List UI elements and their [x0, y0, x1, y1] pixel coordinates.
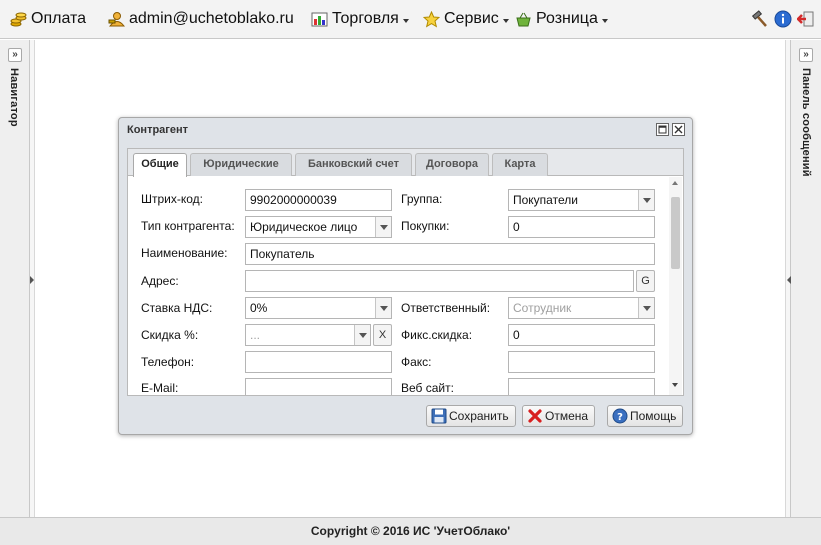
- email-label: E-Mail:: [141, 381, 179, 395]
- help-button[interactable]: ? Помощь: [607, 405, 684, 427]
- scroll-up-icon[interactable]: [672, 181, 678, 185]
- tab-general[interactable]: Общие: [133, 153, 187, 177]
- navigator-label: Навигатор: [8, 68, 20, 127]
- chevron-down-icon: [502, 19, 509, 23]
- website-input[interactable]: [508, 378, 655, 395]
- footer-copyright: Copyright © 2016 ИС 'УчетОблако': [0, 517, 821, 545]
- chevron-down-icon[interactable]: [638, 190, 654, 210]
- help-label: Помощь: [630, 409, 677, 423]
- chevron-down-icon[interactable]: [638, 298, 654, 318]
- red-x-icon: [527, 408, 543, 424]
- chevron-down-icon[interactable]: [354, 325, 370, 345]
- menu-trade-label: Торговля: [332, 10, 399, 27]
- help-question-icon: ?: [612, 408, 628, 424]
- arrow-right-icon[interactable]: [30, 276, 34, 284]
- name-input[interactable]: Покупатель: [245, 243, 655, 265]
- coins-icon: [10, 11, 27, 28]
- save-button[interactable]: Сохранить: [426, 405, 516, 427]
- dialog-title: Контрагент: [127, 124, 189, 136]
- phone-label: Телефон:: [141, 355, 195, 369]
- menu-trade[interactable]: Торговля: [311, 9, 409, 29]
- clipped-row: E-Mail: Веб сайт:: [128, 375, 668, 395]
- fax-input[interactable]: [508, 351, 655, 373]
- info-icon[interactable]: [774, 10, 792, 28]
- responsible-label: Ответственный:: [401, 301, 491, 315]
- responsible-select[interactable]: Сотрудник: [508, 297, 655, 319]
- messages-panel: » Панель сообщений: [790, 40, 821, 517]
- expand-navigator-button[interactable]: »: [8, 48, 22, 62]
- tab-bank-account[interactable]: Банковский счет: [295, 153, 412, 176]
- menu-service[interactable]: Сервис: [422, 9, 509, 29]
- menu-payment-label: Оплата: [31, 10, 87, 27]
- fixed-discount-input[interactable]: 0: [508, 324, 655, 346]
- group-value: Покупатели: [513, 193, 578, 207]
- menu-user-account[interactable]: admin@uchetoblako.ru: [108, 9, 294, 29]
- svg-text:?: ?: [617, 412, 623, 423]
- group-select[interactable]: Покупатели: [508, 189, 655, 211]
- tab-legal[interactable]: Юридические: [190, 153, 292, 176]
- discount-label: Скидка %:: [141, 328, 199, 342]
- logout-icon[interactable]: [796, 10, 815, 28]
- menu-service-label: Сервис: [444, 10, 499, 27]
- discount-select[interactable]: ...: [245, 324, 371, 346]
- save-label: Сохранить: [449, 409, 509, 423]
- barcode-label: Штрих-код:: [141, 192, 203, 206]
- discount-clear-button[interactable]: X: [373, 324, 392, 346]
- contractor-type-value: Юридическое лицо: [250, 220, 358, 234]
- navigator-panel: » Навигатор: [0, 40, 30, 517]
- responsible-value: Сотрудник: [513, 301, 572, 315]
- menu-user-label: admin@uchetoblako.ru: [129, 10, 294, 27]
- phone-input[interactable]: [245, 351, 392, 373]
- cancel-button[interactable]: Отмена: [522, 405, 596, 427]
- group-label: Группа:: [401, 192, 443, 206]
- vat-rate-value: 0%: [250, 301, 268, 315]
- address-label: Адрес:: [141, 274, 179, 288]
- website-label: Веб сайт:: [401, 381, 454, 395]
- purchases-input[interactable]: 0: [508, 216, 655, 238]
- name-label: Наименование:: [141, 246, 228, 260]
- tools-hammer-icon[interactable]: [751, 10, 769, 28]
- close-icon[interactable]: [672, 123, 685, 136]
- discount-value: ...: [250, 328, 261, 342]
- contractor-dialog: Контрагент Общие Юридические Банковский …: [118, 117, 693, 435]
- barcode-input[interactable]: 9902000000039: [245, 189, 392, 211]
- chevron-down-icon[interactable]: [375, 298, 391, 318]
- star-icon: [422, 10, 441, 28]
- dialog-body: Общие Юридические Банковский счет Догово…: [127, 148, 684, 396]
- basket-icon: [515, 11, 532, 28]
- contractor-type-select[interactable]: Юридическое лицо: [245, 216, 392, 238]
- chevron-down-icon: [402, 19, 409, 23]
- address-geo-button[interactable]: G: [636, 270, 655, 292]
- chevron-down-icon[interactable]: [375, 217, 391, 237]
- address-input[interactable]: [245, 270, 634, 292]
- fixed-discount-label: Фикс.скидка:: [401, 328, 473, 342]
- scroll-down-icon[interactable]: [672, 383, 678, 387]
- top-menu-bar: Оплата admin@uchetoblako.ru Торговля Сер…: [0, 0, 821, 39]
- tab-card[interactable]: Карта: [492, 153, 548, 176]
- vat-rate-label: Ставка НДС:: [141, 301, 213, 315]
- vat-rate-select[interactable]: 0%: [245, 297, 392, 319]
- menu-retail[interactable]: Розница: [515, 9, 608, 29]
- purchases-label: Покупки:: [401, 219, 450, 233]
- chart-bars-icon: [311, 11, 328, 28]
- contractor-type-label: Тип контрагента:: [141, 219, 235, 233]
- messages-panel-label: Панель сообщений: [800, 68, 812, 177]
- fax-label: Факс:: [401, 355, 432, 369]
- menu-payment[interactable]: Оплата: [10, 9, 86, 29]
- expand-messages-button[interactable]: »: [799, 48, 813, 62]
- cancel-label: Отмена: [545, 409, 589, 423]
- floppy-disk-icon: [431, 408, 447, 424]
- tab-contracts[interactable]: Договора: [415, 153, 489, 176]
- tab-strip: Общие Юридические Банковский счет Догово…: [128, 149, 683, 177]
- maximize-icon[interactable]: [656, 123, 669, 136]
- chevron-down-icon: [601, 19, 608, 23]
- email-input[interactable]: [245, 378, 392, 395]
- scroll-thumb[interactable]: [671, 197, 680, 269]
- menu-retail-label: Розница: [536, 10, 598, 27]
- user-key-icon: [108, 11, 126, 28]
- arrow-left-icon[interactable]: [787, 276, 791, 284]
- form-scrollbar[interactable]: [669, 177, 682, 395]
